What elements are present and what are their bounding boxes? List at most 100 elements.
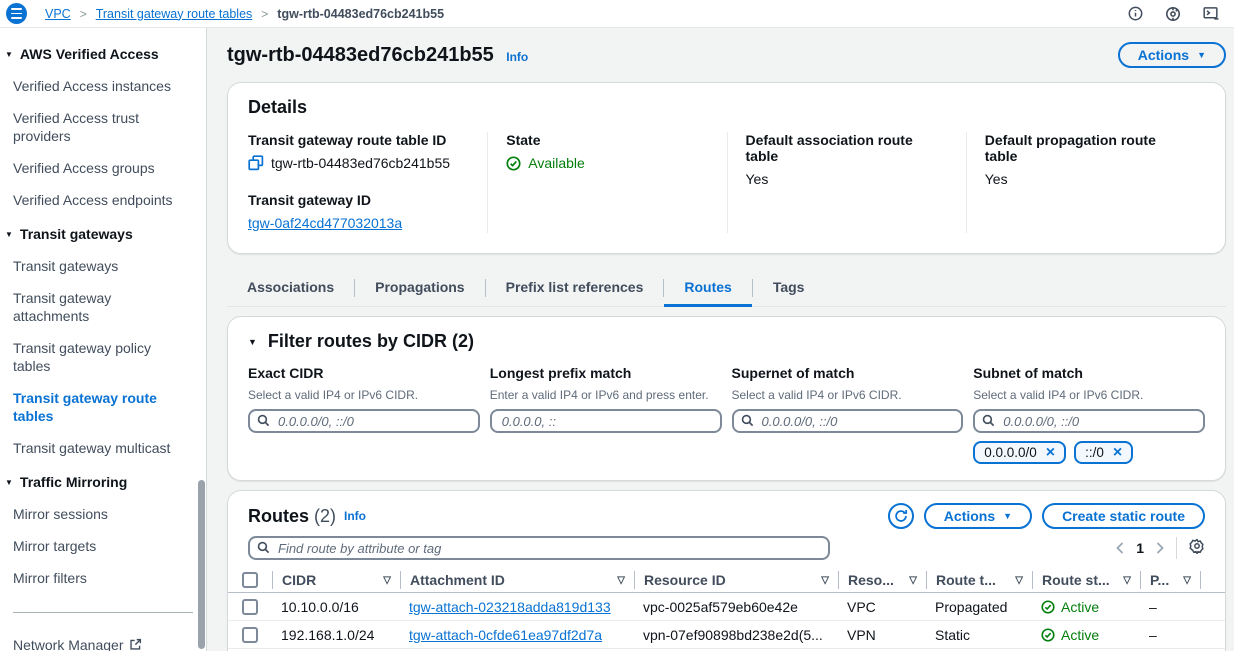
caret-down-icon: ▼	[1197, 50, 1206, 60]
column-header-cidr[interactable]: CIDR	[282, 572, 316, 588]
search-icon	[741, 414, 754, 427]
column-header-route-type[interactable]: Route t...	[936, 572, 996, 588]
sidebar-item-mirror-sessions[interactable]: Mirror sessions	[0, 498, 206, 530]
cell-resource-id: vpc-0025af579eb60e42e	[634, 599, 838, 615]
table-preferences-gear-icon[interactable]	[1189, 538, 1205, 559]
default-association-label: Default association route table	[746, 132, 948, 164]
filter-token: 0.0.0.0/0 ×	[973, 441, 1066, 464]
tab-propagations[interactable]: Propagations	[355, 272, 484, 306]
routes-actions-button[interactable]: Actions ▼	[924, 503, 1032, 529]
longest-prefix-match-description: Enter a valid IP4 or IPv6 and press ente…	[490, 388, 722, 402]
row-checkbox[interactable]	[242, 627, 258, 643]
tab-bar: Associations Propagations Prefix list re…	[227, 272, 1226, 307]
cell-route-type: Propagated	[926, 599, 1032, 615]
tab-associations[interactable]: Associations	[227, 272, 354, 306]
sidebar-item-transit-gateway-route-tables[interactable]: Transit gateway route tables	[0, 382, 206, 432]
attachment-id-link[interactable]: tgw-attach-023218adda819d133	[409, 599, 611, 615]
sidebar-item-verified-access-trust-providers[interactable]: Verified Access trust providers	[0, 102, 206, 152]
table-header-row: CIDR ▽ Attachment ID ▽ Resource ID ▽ Reso..…	[228, 568, 1225, 593]
status-check-icon	[1041, 628, 1055, 642]
sidebar-item-mirror-targets[interactable]: Mirror targets	[0, 530, 206, 562]
page-actions-button[interactable]: Actions ▼	[1118, 42, 1226, 68]
tab-routes[interactable]: Routes	[664, 272, 751, 307]
filter-routes-panel: ▼ Filter routes by CIDR (2) Exact CIDR S…	[227, 316, 1226, 481]
chevron-down-icon: ▼	[5, 230, 13, 239]
sidebar-item-verified-access-endpoints[interactable]: Verified Access endpoints	[0, 184, 206, 216]
breadcrumb-vpc[interactable]: VPC	[45, 7, 71, 21]
hamburger-menu-icon[interactable]	[6, 3, 27, 24]
sidebar-item-transit-gateway-multicast[interactable]: Transit gateway multicast	[0, 432, 206, 464]
settings-gear-icon[interactable]	[1165, 6, 1181, 22]
filter-token-label: ::/0	[1085, 445, 1104, 460]
breadcrumb-tgw-route-tables[interactable]: Transit gateway route tables	[96, 7, 253, 21]
sidebar-item-transit-gateways[interactable]: Transit gateways	[0, 250, 206, 282]
sidebar-divider	[13, 612, 193, 613]
remove-token-icon[interactable]: ×	[1046, 445, 1055, 461]
search-icon	[982, 414, 995, 427]
sidebar-item-mirror-filters[interactable]: Mirror filters	[0, 562, 206, 594]
attachment-id-link[interactable]: tgw-attach-0cfde61ea97df2d7a	[409, 627, 602, 643]
column-header-resource-id[interactable]: Resource ID	[644, 572, 726, 588]
chevron-down-icon: ▼	[248, 337, 257, 347]
sidebar-item-network-manager[interactable]: Network Manager	[0, 629, 206, 651]
tab-prefix-list-references[interactable]: Prefix list references	[486, 272, 664, 306]
previous-page-icon[interactable]	[1116, 542, 1124, 554]
column-header-p[interactable]: P...	[1150, 572, 1169, 588]
filter-token-label: 0.0.0.0/0	[984, 445, 1037, 460]
filter-triangle-icon[interactable]: ▽	[821, 575, 829, 586]
copy-icon[interactable]	[248, 155, 264, 171]
sidebar-item-verified-access-groups[interactable]: Verified Access groups	[0, 152, 206, 184]
tab-tags[interactable]: Tags	[753, 272, 825, 306]
sidebar-scrollbar[interactable]	[198, 480, 205, 649]
main-content: tgw-rtb-04483ed76cb241b55 Info Actions ▼…	[207, 28, 1234, 651]
column-header-resource-type[interactable]: Reso...	[848, 572, 894, 588]
longest-prefix-match-input[interactable]	[490, 409, 722, 433]
cloudshell-icon[interactable]	[1203, 6, 1220, 21]
status-check-icon	[506, 156, 521, 171]
create-static-route-button[interactable]: Create static route	[1042, 503, 1205, 529]
routes-info-link[interactable]: Info	[344, 509, 366, 523]
column-header-route-state[interactable]: Route st...	[1042, 572, 1110, 588]
transit-gateway-id-link[interactable]: tgw-0af24cd477032013a	[248, 215, 402, 231]
sidebar-section-aws-verified-access[interactable]: ▼ AWS Verified Access	[0, 36, 206, 70]
sidebar-section-transit-gateways[interactable]: ▼ Transit gateways	[0, 216, 206, 250]
next-page-icon[interactable]	[1156, 542, 1164, 554]
remove-token-icon[interactable]: ×	[1113, 445, 1122, 461]
column-header-attachment-id[interactable]: Attachment ID	[410, 572, 505, 588]
filter-triangle-icon[interactable]: ▽	[909, 575, 917, 586]
create-static-route-label: Create static route	[1062, 508, 1185, 524]
transit-gateway-id-label: Transit gateway ID	[248, 192, 469, 208]
subnet-of-match-input[interactable]	[973, 409, 1205, 433]
filter-panel-header[interactable]: ▼ Filter routes by CIDR (2)	[248, 331, 1205, 352]
filter-triangle-icon[interactable]: ▽	[617, 575, 625, 586]
exact-cidr-input[interactable]	[248, 409, 480, 433]
routes-actions-label: Actions	[944, 508, 995, 524]
filter-triangle-icon[interactable]: ▽	[383, 575, 391, 586]
default-propagation-label: Default propagation route table	[985, 132, 1187, 164]
sidebar-item-verified-access-instances[interactable]: Verified Access instances	[0, 70, 206, 102]
cell-cidr: 10.10.0.0/16	[272, 599, 400, 615]
filter-triangle-icon[interactable]: ▽	[1015, 575, 1023, 586]
info-icon[interactable]	[1128, 6, 1143, 21]
supernet-of-match-input[interactable]	[732, 409, 964, 433]
sidebar-item-transit-gateway-attachments[interactable]: Transit gateway attachments	[0, 282, 206, 332]
table-row: 192.168.1.0/24 tgw-attach-0cfde61ea97df2…	[228, 621, 1225, 649]
refresh-button[interactable]	[888, 503, 914, 529]
page-number[interactable]: 1	[1136, 540, 1144, 556]
filter-token: ::/0 ×	[1074, 441, 1133, 464]
route-search-input[interactable]	[248, 536, 830, 560]
filter-triangle-icon[interactable]: ▽	[1183, 575, 1191, 586]
filter-triangle-icon[interactable]: ▽	[1123, 575, 1131, 586]
sidebar-item-transit-gateway-policy-tables[interactable]: Transit gateway policy tables	[0, 332, 206, 382]
top-navigation-bar: VPC > Transit gateway route tables > tgw…	[0, 0, 1234, 28]
cell-p: –	[1140, 599, 1200, 615]
select-all-checkbox[interactable]	[242, 572, 258, 588]
cell-p: –	[1140, 627, 1200, 643]
page-info-link[interactable]: Info	[506, 50, 528, 64]
cell-route-type: Static	[926, 627, 1032, 643]
sidebar-section-traffic-mirroring[interactable]: ▼ Traffic Mirroring	[0, 464, 206, 498]
subnet-of-match-label: Subnet of match	[973, 365, 1205, 381]
cell-resource-type: VPC	[838, 599, 926, 615]
cell-resource-type: VPN	[838, 627, 926, 643]
row-checkbox[interactable]	[242, 599, 258, 615]
